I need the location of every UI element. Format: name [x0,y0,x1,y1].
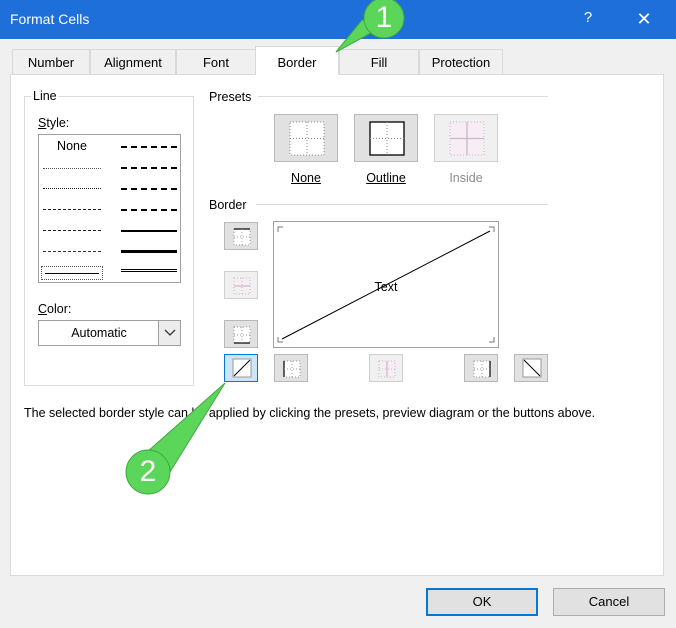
callout-overlay [125,0,405,495]
callout-1: 1 [375,1,393,34]
callout-2: 2 [139,455,157,488]
